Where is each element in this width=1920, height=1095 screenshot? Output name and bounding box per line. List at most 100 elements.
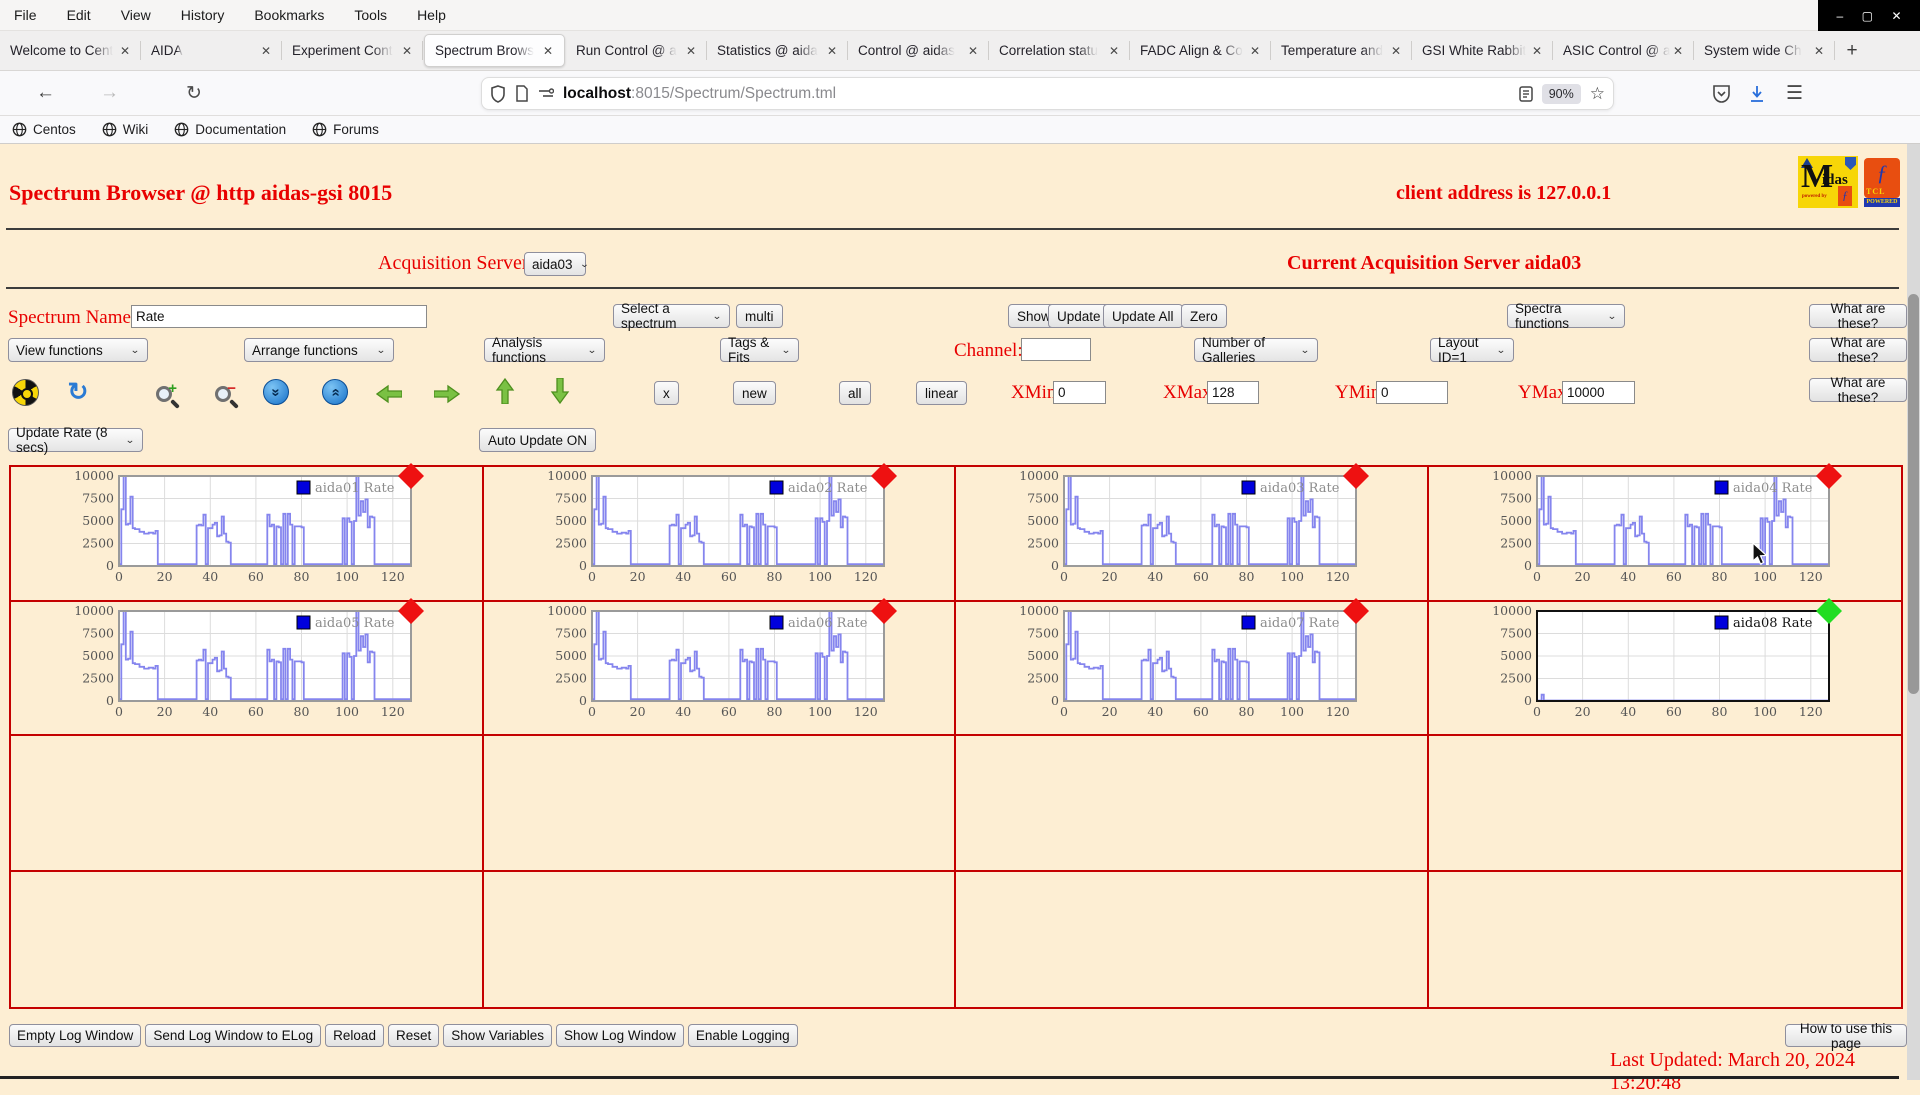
spectra-functions-select[interactable]: Spectra functions ⌄ <box>1507 301 1625 331</box>
layout-id-select[interactable]: Layout ID=1 ⌄ <box>1430 335 1514 365</box>
bookmark-star-icon[interactable]: ☆ <box>1590 84 1605 104</box>
update-all-button[interactable]: Update All <box>1103 304 1183 328</box>
tab-temperature-and[interactable]: Temperature and ✕ <box>1271 31 1412 70</box>
multi-button[interactable]: multi <box>736 304 783 328</box>
select-spectrum-select[interactable]: Select a spectrum ⌄ <box>613 301 730 331</box>
close-icon[interactable]: ✕ <box>1891 9 1901 23</box>
tab-fadc-align-co[interactable]: FADC Align & Co ✕ <box>1130 31 1271 70</box>
gallery-cell-6[interactable]: 0 20 40 60 80 100 120 0 2500 5000 7500 10000 aida06… <box>483 598 956 736</box>
spectrum-chart[interactable]: 0 20 40 60 80 100 120 0 2500 5000 7500 10000 aida08… <box>1492 598 1842 733</box>
new-button[interactable]: new <box>733 381 776 405</box>
tab-close-icon[interactable]: ✕ <box>1670 43 1686 59</box>
page-icon[interactable] <box>515 85 529 102</box>
tab-close-icon[interactable]: ✕ <box>540 43 556 59</box>
menu-tools[interactable]: Tools <box>354 7 387 23</box>
pocket-icon[interactable] <box>1712 84 1731 104</box>
gallery-cell-8[interactable]: 0 20 40 60 80 100 120 0 2500 5000 7500 10000 aida08… <box>1428 598 1901 736</box>
tab-close-icon[interactable]: ✕ <box>1811 43 1827 59</box>
tab-spectrum-brows[interactable]: Spectrum Brows ✕ <box>424 34 565 67</box>
empty-log-window-button[interactable]: Empty Log Window <box>9 1024 142 1047</box>
gallery-cell-2[interactable]: 0 20 40 60 80 100 120 0 2500 5000 7500 10000 aida02… <box>483 463 956 602</box>
back-icon[interactable]: ← <box>36 82 55 104</box>
refresh-icon[interactable]: ↻ <box>64 378 92 406</box>
gallery-cell-7[interactable]: 0 20 40 60 80 100 120 0 2500 5000 7500 10000 aida07… <box>956 598 1429 736</box>
zoom-out-icon[interactable]: − <box>209 380 237 408</box>
arrow-down-icon[interactable] <box>546 377 574 405</box>
spectrum-chart[interactable]: 0 20 40 60 80 100 120 0 2500 5000 7500 10000 aida03… <box>1019 463 1369 598</box>
shield-icon[interactable] <box>490 84 506 103</box>
tab-aida[interactable]: AIDA ✕ <box>141 31 282 70</box>
menu-edit[interactable]: Edit <box>67 7 91 23</box>
tab-close-icon[interactable]: ✕ <box>1529 43 1545 59</box>
zoom-level-badge[interactable]: 90% <box>1541 83 1581 104</box>
enable-logging-button[interactable]: Enable Logging <box>687 1024 798 1047</box>
download-icon[interactable] <box>1748 84 1766 104</box>
page-down-icon[interactable]: » <box>262 378 290 406</box>
ymin-input[interactable] <box>1376 381 1448 404</box>
tab-experiment-cont[interactable]: Experiment Cont ✕ <box>282 31 423 70</box>
tab-correlation-statu[interactable]: Correlation statu ✕ <box>989 31 1130 70</box>
tcl-powered-logo[interactable]: ƒ TCL POWERED <box>1863 156 1901 208</box>
zero-button[interactable]: Zero <box>1181 304 1227 328</box>
hamburger-menu-icon[interactable]: ☰ <box>1786 82 1803 105</box>
number-of-galleries-select[interactable]: Number of Galleries ⌄ <box>1194 335 1318 365</box>
menu-file[interactable]: File <box>14 7 37 23</box>
spectrum-chart[interactable]: 0 20 40 60 80 100 120 0 2500 5000 7500 10000 aida01… <box>74 463 424 598</box>
tab-close-icon[interactable]: ✕ <box>1388 43 1404 59</box>
show-variables-button[interactable]: Show Variables <box>443 1024 553 1047</box>
tab-system-wide-ch[interactable]: System wide Ch ✕ <box>1694 31 1835 70</box>
tab-asic-control-a[interactable]: ASIC Control @ a ✕ <box>1553 31 1694 70</box>
spectrum-chart[interactable]: 0 20 40 60 80 100 120 0 2500 5000 7500 10000 aida04… <box>1492 463 1842 598</box>
tab-statistics-aida[interactable]: Statistics @ aida ✕ <box>707 31 848 70</box>
bookmark-forums[interactable]: Forums <box>312 122 379 137</box>
spectrum-chart[interactable]: 0 20 40 60 80 100 120 0 2500 5000 7500 10000 aida06… <box>547 598 897 733</box>
connection-icon[interactable] <box>538 87 554 100</box>
tab-close-icon[interactable]: ✕ <box>117 43 133 59</box>
menu-bookmarks[interactable]: Bookmarks <box>254 7 324 23</box>
forward-icon[interactable]: → <box>100 82 119 104</box>
all-button[interactable]: all <box>839 381 871 405</box>
tab-close-icon[interactable]: ✕ <box>683 43 699 59</box>
tab-welcome-to-cent[interactable]: Welcome to Cent ✕ <box>0 31 141 70</box>
tab-close-icon[interactable]: ✕ <box>258 43 274 59</box>
spectrum-chart[interactable]: 0 20 40 60 80 100 120 0 2500 5000 7500 10000 aida02… <box>547 463 897 598</box>
new-tab-button[interactable]: + <box>1835 31 1869 70</box>
tab-close-icon[interactable]: ✕ <box>1106 43 1122 59</box>
spectrum-chart[interactable]: 0 20 40 60 80 100 120 0 2500 5000 7500 10000 aida07… <box>1019 598 1369 733</box>
page-scrollbar[interactable] <box>1907 144 1920 1080</box>
tags-fits-select[interactable]: Tags & Fits ⌄ <box>720 335 799 365</box>
bookmark-documentation[interactable]: Documentation <box>174 122 286 137</box>
x-axis-button[interactable]: x <box>654 381 679 405</box>
gallery-cell-3[interactable]: 0 20 40 60 80 100 120 0 2500 5000 7500 10000 aida03… <box>956 463 1429 602</box>
spectrum-chart[interactable]: 0 20 40 60 80 100 120 0 2500 5000 7500 10000 aida05… <box>74 598 424 733</box>
xmax-input[interactable] <box>1207 381 1259 404</box>
bookmark-centos[interactable]: Centos <box>12 122 76 137</box>
minimize-icon[interactable]: – <box>1836 9 1843 23</box>
gallery-cell-4[interactable]: 0 20 40 60 80 100 120 0 2500 5000 7500 10000 aida04… <box>1428 463 1901 602</box>
tab-close-icon[interactable]: ✕ <box>824 43 840 59</box>
tab-control-aidas[interactable]: Control @ aidas ✕ <box>848 31 989 70</box>
update-button[interactable]: Update <box>1048 304 1110 328</box>
channel-input[interactable] <box>1021 338 1091 361</box>
reset-button[interactable]: Reset <box>387 1024 440 1047</box>
tab-run-control-a[interactable]: Run Control @ a ✕ <box>566 31 707 70</box>
reader-view-icon[interactable] <box>1518 85 1533 102</box>
auto-update-button[interactable]: Auto Update ON <box>479 428 597 452</box>
update-rate-select[interactable]: Update Rate (8 secs) ⌄ <box>8 425 143 455</box>
tab-close-icon[interactable]: ✕ <box>965 43 981 59</box>
arrow-up-icon[interactable] <box>491 377 519 405</box>
what-are-these-button[interactable]: What are these? <box>1809 335 1907 365</box>
midas-logo[interactable]: M idas powered by ƒ <box>1798 156 1858 208</box>
url-bar[interactable]: localhost:8015/Spectrum/Spectrum.tml 90%… <box>481 77 1614 110</box>
tab-close-icon[interactable]: ✕ <box>1247 43 1263 59</box>
scrollbar-thumb[interactable] <box>1908 294 1919 694</box>
what-are-these-button[interactable]: What are these? <box>1809 301 1907 331</box>
zero-all-radiation-icon[interactable] <box>11 378 39 406</box>
ymax-input[interactable] <box>1562 381 1635 404</box>
reload-icon[interactable]: ↻ <box>186 82 202 105</box>
acquisition-server-select[interactable]: aida03 ⌄ <box>524 252 590 276</box>
zoom-in-icon[interactable]: + <box>150 380 178 408</box>
arrow-right-icon[interactable] <box>433 380 461 408</box>
analysis-functions-select[interactable]: Analysis functions ⌄ <box>484 335 605 365</box>
send-log-window-to-elog-button[interactable]: Send Log Window to ELog <box>145 1024 322 1047</box>
